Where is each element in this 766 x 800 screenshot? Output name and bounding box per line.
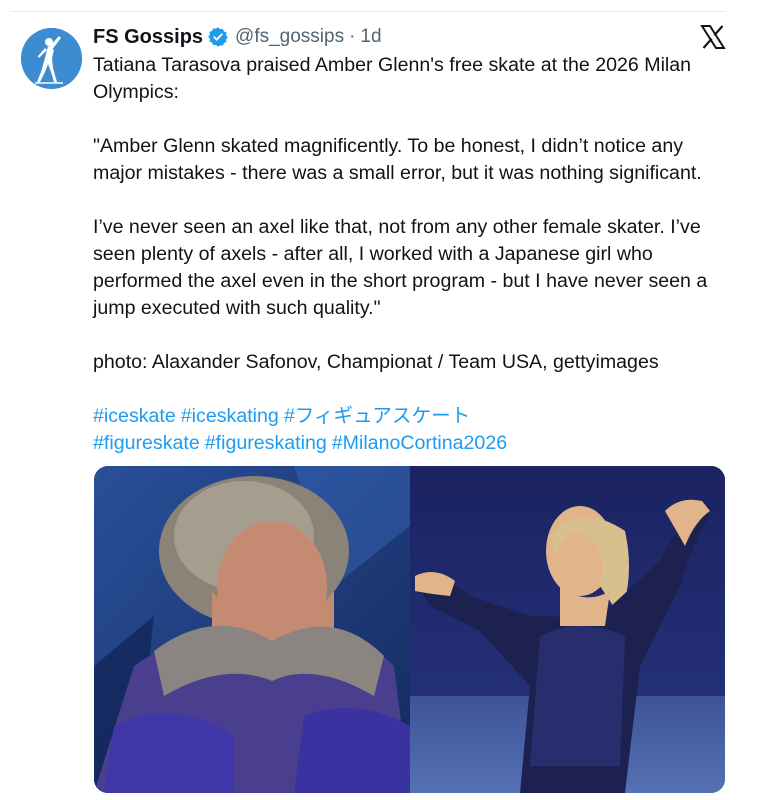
hashtag-link[interactable]: #figureskating (205, 432, 327, 454)
verified-badge-icon (208, 27, 228, 47)
hashtag-link[interactable]: #figureskate (93, 432, 200, 454)
tweet-paragraph: Tatiana Tarasova praised Amber Glenn's f… (93, 54, 692, 103)
avatar[interactable] (21, 28, 82, 89)
tweet-paragraph: I’ve never seen an axel like that, not f… (93, 216, 708, 319)
top-divider (10, 11, 726, 12)
hashtag-link[interactable]: #フィギュアスケート (284, 405, 470, 427)
hashtags: #iceskate #iceskating #フィギュアスケート #figureska… (93, 403, 733, 457)
separator-dot: · (349, 26, 356, 47)
photo-amber-glenn[interactable] (410, 466, 725, 793)
handle[interactable]: @fs_gossips (235, 26, 344, 48)
hashtag-link[interactable]: #MilanoCortina2026 (332, 432, 507, 454)
hashtag-link[interactable]: #iceskating (181, 405, 279, 427)
tweet-paragraph: "Amber Glenn skated magnificently. To be… (93, 135, 702, 184)
display-name[interactable]: FS Gossips (93, 26, 203, 49)
photo-tarasova[interactable] (94, 466, 410, 793)
tweet-paragraph: photo: Alaxander Safonov, Championat / T… (93, 351, 659, 373)
tweet-text: Tatiana Tarasova praised Amber Glenn's f… (93, 52, 733, 457)
timestamp[interactable]: 1d (360, 26, 381, 48)
hashtag-link[interactable]: #iceskate (93, 405, 176, 427)
x-logo-icon[interactable] (700, 25, 726, 49)
figure-skater-silhouette-icon (21, 28, 82, 89)
tweet-header: FS Gossips @fs_gossips · 1d (93, 24, 382, 50)
tweet-media (94, 466, 725, 793)
